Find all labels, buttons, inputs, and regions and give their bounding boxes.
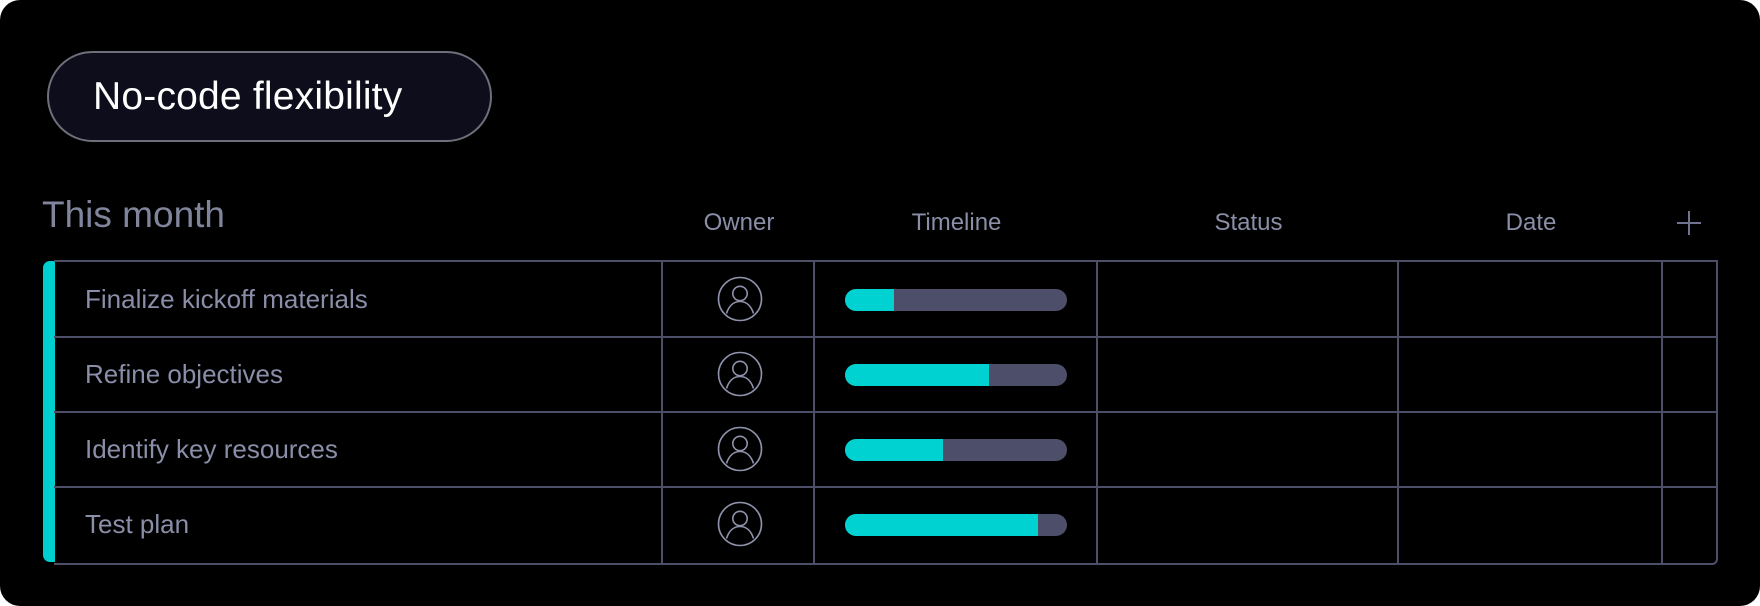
add-column-plus-icon[interactable] bbox=[1677, 211, 1701, 235]
timeline-bar[interactable] bbox=[845, 289, 1067, 311]
date-cell[interactable] bbox=[1399, 412, 1661, 487]
task-name[interactable]: Test plan bbox=[85, 487, 189, 562]
feature-badge-label: No-code flexibility bbox=[93, 75, 403, 118]
date-cell[interactable] bbox=[1399, 262, 1661, 337]
status-cell[interactable] bbox=[1098, 262, 1397, 337]
user-avatar-icon[interactable] bbox=[717, 426, 763, 472]
column-header-date[interactable]: Date bbox=[1399, 208, 1663, 238]
date-cell[interactable] bbox=[1399, 337, 1661, 412]
task-name[interactable]: Identify key resources bbox=[85, 412, 338, 487]
timeline-progress-fill bbox=[845, 289, 894, 311]
timeline-progress-fill bbox=[845, 514, 1039, 536]
table-row[interactable]: Identify key resources bbox=[54, 411, 1716, 487]
task-name[interactable]: Finalize kickoff materials bbox=[85, 262, 368, 337]
board-card: No-code flexibility This month Owner Tim… bbox=[0, 0, 1760, 606]
timeline-progress-fill bbox=[845, 439, 943, 461]
extra-cell[interactable] bbox=[1663, 262, 1716, 337]
column-header-status[interactable]: Status bbox=[1098, 208, 1399, 238]
table-row[interactable]: Test plan bbox=[54, 486, 1716, 562]
extra-cell[interactable] bbox=[1663, 412, 1716, 487]
feature-badge: No-code flexibility bbox=[47, 51, 492, 142]
status-cell[interactable] bbox=[1098, 487, 1397, 562]
status-cell[interactable] bbox=[1098, 337, 1397, 412]
status-cell[interactable] bbox=[1098, 412, 1397, 487]
column-header-timeline[interactable]: Timeline bbox=[815, 208, 1098, 238]
task-name[interactable]: Refine objectives bbox=[85, 337, 283, 412]
timeline-bar[interactable] bbox=[845, 439, 1067, 461]
date-cell[interactable] bbox=[1399, 487, 1661, 562]
extra-cell[interactable] bbox=[1663, 337, 1716, 412]
table-row[interactable]: Refine objectives bbox=[54, 336, 1716, 412]
extra-cell[interactable] bbox=[1663, 487, 1716, 562]
timeline-progress-fill bbox=[845, 364, 990, 386]
user-avatar-icon[interactable] bbox=[717, 501, 763, 547]
timeline-bar[interactable] bbox=[845, 364, 1067, 386]
column-header-owner[interactable]: Owner bbox=[663, 208, 815, 238]
user-avatar-icon[interactable] bbox=[717, 351, 763, 397]
timeline-bar[interactable] bbox=[845, 514, 1067, 536]
task-table: Finalize kickoff materials Refine object… bbox=[54, 260, 1718, 565]
group-title[interactable]: This month bbox=[42, 193, 225, 237]
user-avatar-icon[interactable] bbox=[717, 276, 763, 322]
table-row[interactable]: Finalize kickoff materials bbox=[54, 262, 1716, 337]
